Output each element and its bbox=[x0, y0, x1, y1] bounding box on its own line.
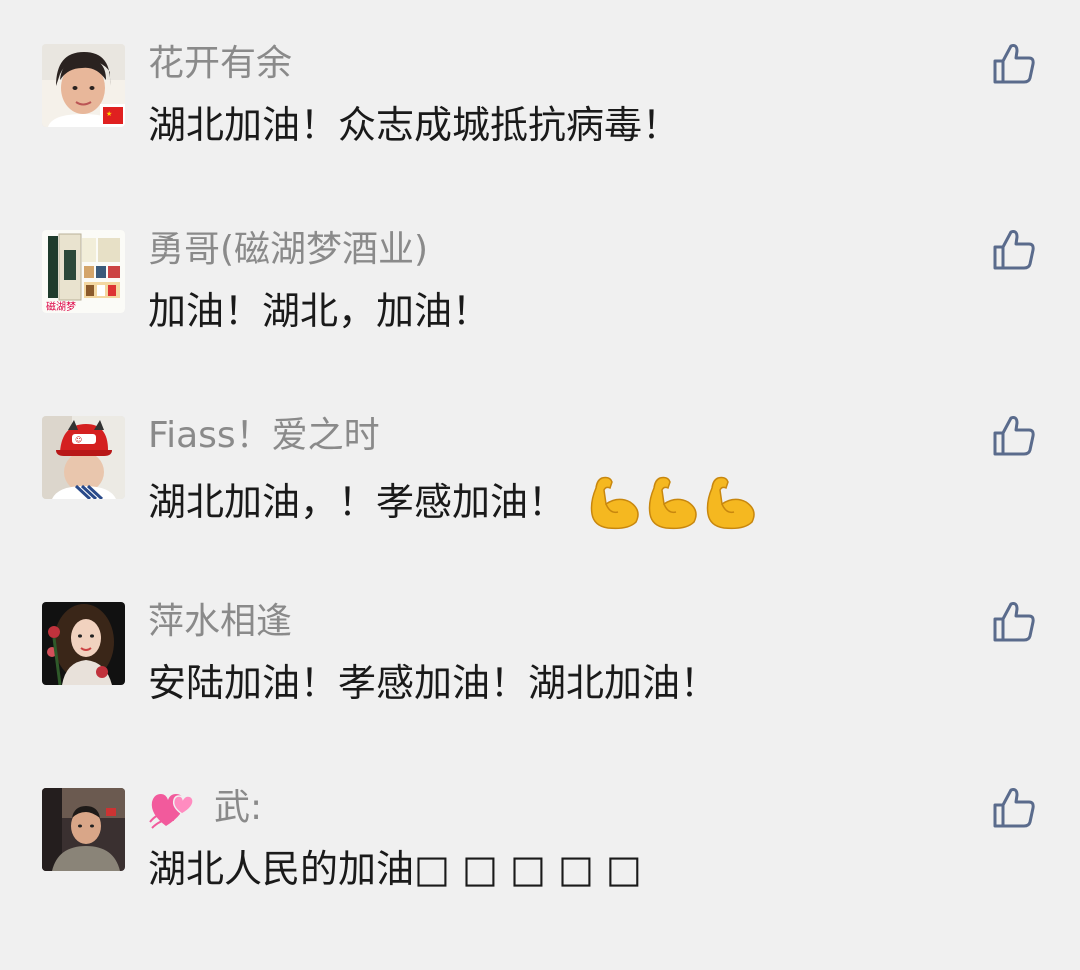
avatar[interactable] bbox=[42, 602, 125, 685]
like-button[interactable] bbox=[990, 40, 1038, 88]
thumbs-up-icon bbox=[993, 788, 1035, 828]
comment-text: 湖北加油！众志成城抵抗病毒！ bbox=[148, 102, 680, 148]
avatar-man-red-cap-icon: ☺ bbox=[42, 416, 125, 499]
comment-text: 加油！湖北，加油！ bbox=[148, 288, 490, 334]
avatar-woman-flag-icon: ★ bbox=[42, 44, 125, 127]
avatar[interactable]: ★ bbox=[42, 44, 125, 127]
comment-nickname[interactable]: Fiass！爱之时 bbox=[148, 416, 380, 456]
flexed-biceps-emoji-icon bbox=[588, 474, 642, 530]
avatar[interactable] bbox=[42, 788, 125, 871]
avatar-man-car-icon bbox=[42, 788, 125, 871]
avatar-woman-roses-icon bbox=[42, 602, 125, 685]
comment-nickname[interactable]: 勇哥(磁湖梦酒业) bbox=[148, 230, 428, 270]
comment-text: 湖北加油，！孝感加油！ bbox=[148, 474, 758, 530]
comment-item: ☺ Fiass！爱之时 湖北加油，！孝感加油！ bbox=[0, 416, 1080, 586]
comment-nickname[interactable]: 萍水相逢 bbox=[148, 602, 292, 642]
svg-text:☺: ☺ bbox=[75, 436, 82, 444]
avatar-liquor-product-icon: 磁湖梦 bbox=[42, 230, 125, 313]
thumbs-up-icon bbox=[993, 602, 1035, 642]
avatar[interactable]: ☺ bbox=[42, 416, 125, 499]
thumbs-up-icon bbox=[993, 230, 1035, 270]
comment-item: ★ 花开有余 湖北加油！众志成城抵抗病毒！ bbox=[0, 44, 1080, 214]
comment-list: ★ 花开有余 湖北加油！众志成城抵抗病毒！ 磁湖梦 勇哥(磁湖梦酒业) 加油！湖… bbox=[0, 0, 1080, 970]
like-button[interactable] bbox=[990, 226, 1038, 274]
comment-text-content: 加油！湖北，加油！ bbox=[148, 289, 491, 333]
comment-text: 安陆加油！孝感加油！湖北加油！ bbox=[148, 660, 718, 706]
comment-item: 磁湖梦 勇哥(磁湖梦酒业) 加油！湖北，加油！ bbox=[0, 230, 1080, 400]
two-hearts-emoji-icon bbox=[148, 788, 196, 829]
avatar[interactable]: 磁湖梦 bbox=[42, 230, 125, 313]
comment-item: 萍水相逢 安陆加油！孝感加油！湖北加油！ bbox=[0, 602, 1080, 772]
thumbs-up-icon bbox=[993, 44, 1035, 84]
like-button[interactable] bbox=[990, 412, 1038, 460]
comment-text-content: 安陆加油！孝感加油！湖北加油！ bbox=[148, 661, 719, 705]
like-button[interactable] bbox=[990, 598, 1038, 646]
comment-text: 湖北人民的加油□ □ □ □ □ bbox=[148, 846, 642, 892]
comment-nickname[interactable]: 武: bbox=[148, 787, 263, 829]
comment-item: 武: 湖北人民的加油□ □ □ □ □ bbox=[0, 788, 1080, 958]
emoji-group bbox=[588, 474, 758, 530]
svg-text:★: ★ bbox=[106, 110, 112, 118]
comment-text-content: 湖北人民的加油□ □ □ □ □ bbox=[148, 847, 642, 891]
flexed-biceps-emoji-icon bbox=[704, 474, 758, 530]
like-button[interactable] bbox=[990, 784, 1038, 832]
comment-text-content: 湖北加油！众志成城抵抗病毒！ bbox=[148, 103, 681, 147]
comment-nickname[interactable]: 花开有余 bbox=[148, 44, 292, 84]
comment-text-content: 湖北加油，！孝感加油！ bbox=[148, 480, 567, 524]
avatar-caption: 磁湖梦 bbox=[46, 300, 76, 313]
thumbs-up-icon bbox=[993, 416, 1035, 456]
comment-nickname-text: 武: bbox=[214, 787, 263, 828]
flexed-biceps-emoji-icon bbox=[646, 474, 700, 530]
